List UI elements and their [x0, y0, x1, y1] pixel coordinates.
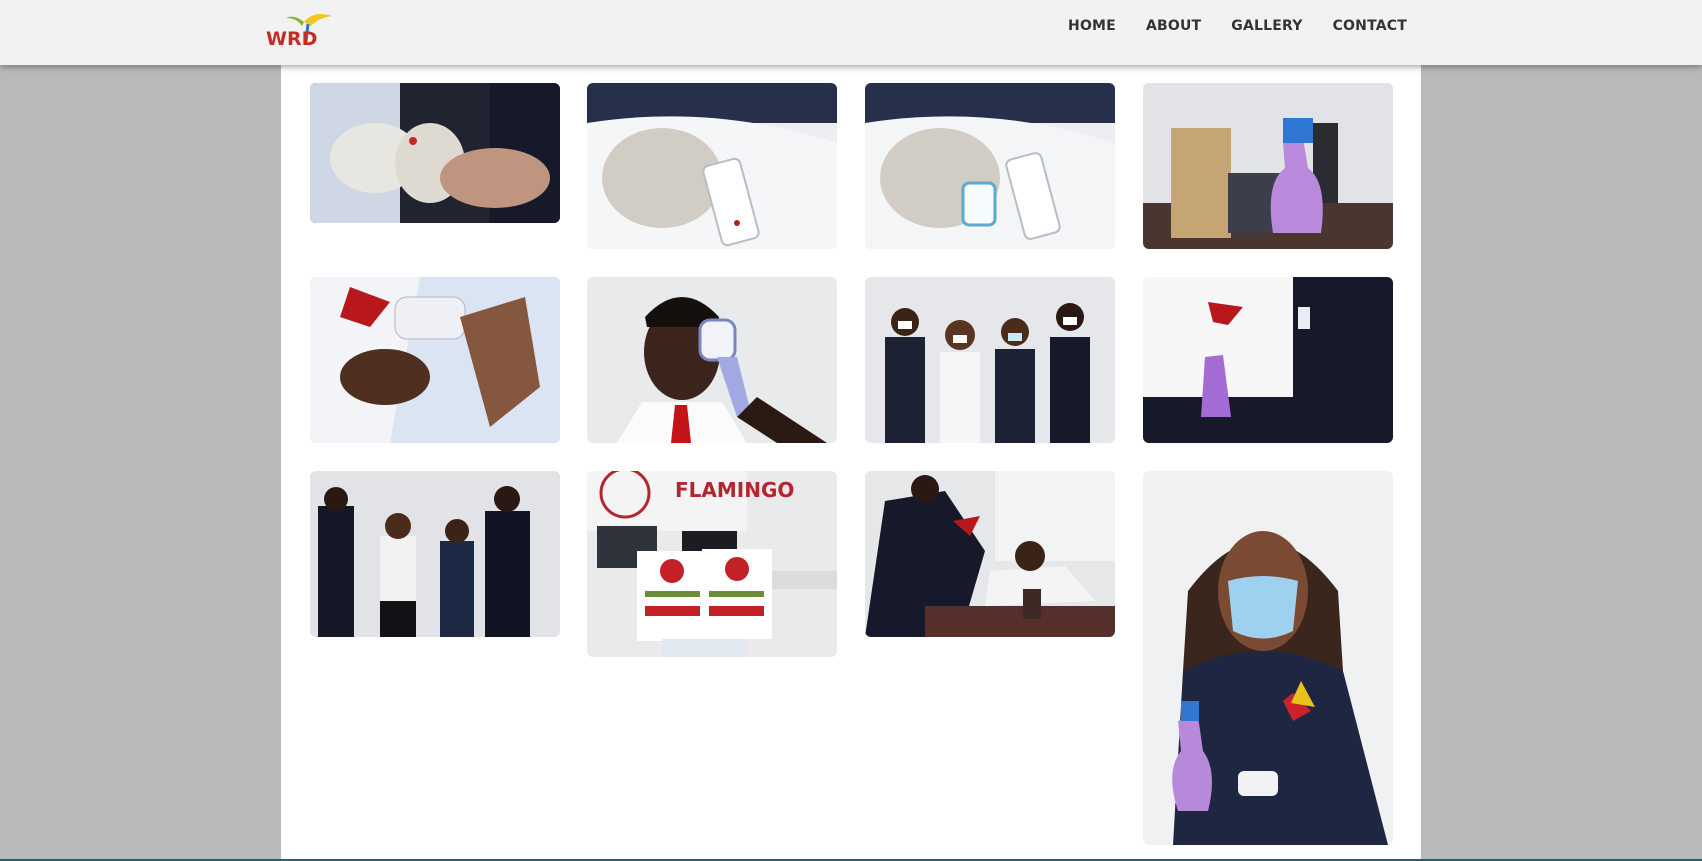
logo-text: WRD — [266, 28, 317, 48]
nav-home[interactable]: HOME — [1068, 18, 1116, 34]
gallery-photo-1[interactable] — [310, 83, 560, 223]
flamingo-sign-text: FLAMINGO — [675, 478, 794, 502]
gallery-photo-10[interactable]: FLAMINGO — [587, 471, 837, 657]
main-nav: HOME ABOUT GALLERY CONTACT — [1068, 18, 1407, 34]
gallery-photo-6[interactable] — [587, 277, 837, 443]
gallery-photo-7[interactable] — [865, 277, 1115, 443]
gallery-photo-4[interactable] — [1143, 83, 1393, 249]
gallery-photo-8[interactable] — [1143, 277, 1393, 443]
gallery-photo-9[interactable] — [310, 471, 560, 637]
gallery-photo-3[interactable] — [865, 83, 1115, 249]
wrd-logo-icon[interactable]: WRD — [264, 12, 338, 48]
nav-contact[interactable]: CONTACT — [1333, 18, 1407, 34]
gallery-photo-2[interactable] — [587, 83, 837, 249]
gallery-photo-11[interactable] — [865, 471, 1115, 637]
site-header: WRD HOME ABOUT GALLERY CONTACT — [0, 0, 1702, 65]
gallery-photo-12[interactable] — [1143, 471, 1393, 845]
nav-about[interactable]: ABOUT — [1146, 18, 1201, 34]
gallery-photo-5[interactable] — [310, 277, 560, 443]
nav-gallery[interactable]: GALLERY — [1231, 18, 1302, 34]
